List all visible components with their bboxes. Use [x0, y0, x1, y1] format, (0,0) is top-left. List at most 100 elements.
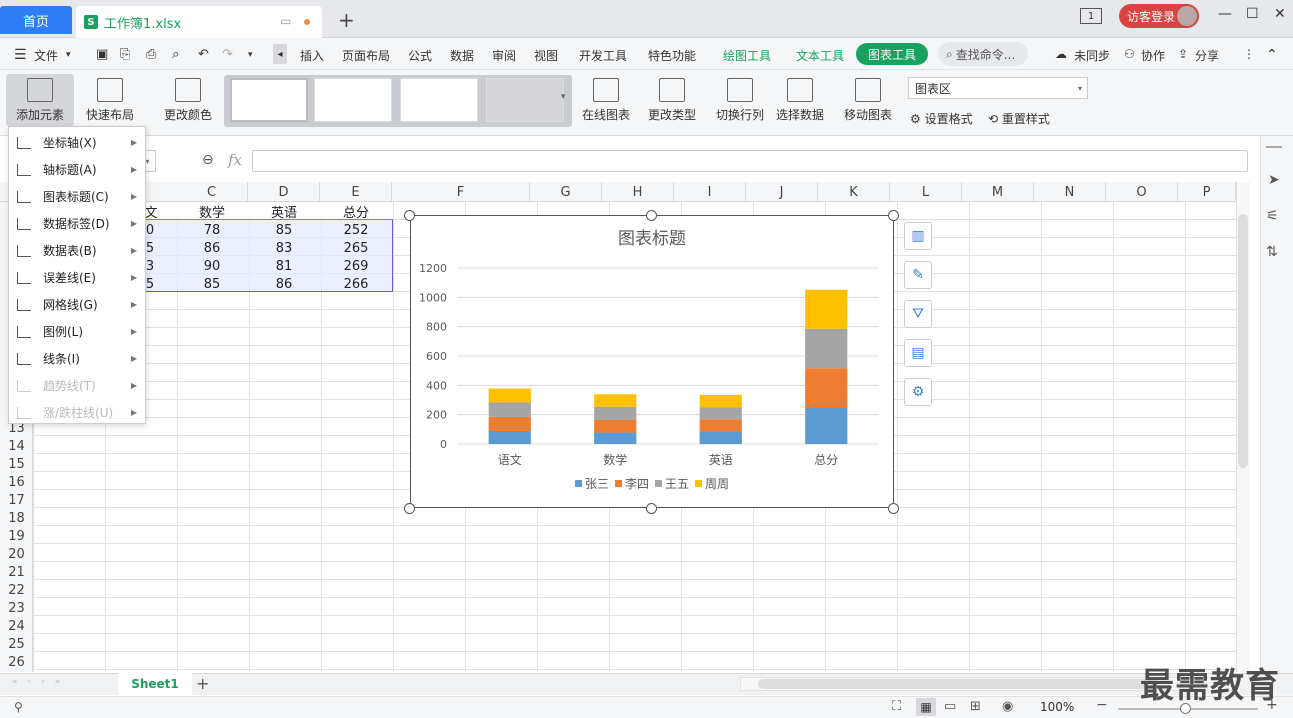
row-header[interactable]: 25: [0, 635, 33, 653]
more-options-icon[interactable]: ⋮: [1243, 47, 1255, 61]
column-header[interactable]: M: [962, 182, 1034, 202]
table-cell[interactable]: 78: [176, 221, 248, 239]
chart-style-thumb[interactable]: [314, 78, 392, 122]
column-header[interactable]: J: [746, 182, 818, 202]
table-header-cell[interactable]: 总分: [320, 202, 392, 221]
resize-handle[interactable]: [646, 210, 657, 221]
sync-status[interactable]: 未同步: [1074, 47, 1110, 64]
column-header[interactable]: D: [248, 182, 320, 202]
transfer-icon[interactable]: ⇅: [1266, 244, 1278, 260]
menu-item-data-labels[interactable]: 数据标签(D) ▶: [9, 210, 145, 237]
maximize-icon[interactable]: ☐: [1246, 6, 1259, 22]
resize-handle[interactable]: [888, 503, 899, 514]
resize-handle[interactable]: [404, 210, 415, 221]
add-sheet-icon[interactable]: +: [196, 674, 209, 693]
fx-icon[interactable]: fx: [228, 151, 242, 169]
menu-item-lines[interactable]: 线条(I) ▶: [9, 345, 145, 372]
table-cell[interactable]: 85: [176, 275, 248, 293]
column-header[interactable]: H: [602, 182, 674, 202]
column-header[interactable]: N: [1034, 182, 1106, 202]
zoom-formula-icon[interactable]: ⊖: [202, 152, 214, 168]
row-header[interactable]: 20: [0, 545, 33, 563]
row-header[interactable]: 16: [0, 473, 33, 491]
row-header[interactable]: 23: [0, 599, 33, 617]
chart-style-thumb[interactable]: [486, 78, 564, 122]
row-header[interactable]: 14: [0, 437, 33, 455]
chart-style-thumb[interactable]: [400, 78, 478, 122]
rail-collapse-icon[interactable]: [1266, 146, 1282, 148]
row-header[interactable]: 15: [0, 455, 33, 473]
redo-icon[interactable]: ↷: [222, 47, 233, 62]
chart-elements-icon[interactable]: ▥: [904, 222, 932, 250]
menu-data[interactable]: 数据: [450, 47, 474, 64]
menu-item-legend[interactable]: 图例(L) ▶: [9, 318, 145, 345]
menu-item-chart-title[interactable]: 图表标题(C) ▶: [9, 183, 145, 210]
menu-item-data-table[interactable]: 数据表(B) ▶: [9, 237, 145, 264]
move-chart-button[interactable]: 移动图表: [840, 78, 896, 123]
table-header-cell[interactable]: 英语: [248, 202, 320, 221]
row-header[interactable]: 17: [0, 491, 33, 509]
fullscreen-icon[interactable]: ⛶: [892, 699, 901, 714]
new-tab-button[interactable]: +: [338, 8, 355, 32]
menu-item-gridlines[interactable]: 网格线(G) ▶: [9, 291, 145, 318]
menu-insert[interactable]: 插入: [300, 47, 324, 64]
collaborate-icon[interactable]: ⚇: [1124, 47, 1135, 61]
gallery-more-icon[interactable]: ▾: [561, 92, 566, 102]
reset-style-button[interactable]: ⟲ 重置样式: [988, 110, 1050, 127]
chart-style-thumb[interactable]: [230, 78, 308, 122]
chart-object[interactable]: 图表标题 0 200 400 600 800 1000 1200 语文 数学 英语 总分 张三 李四 王五 周…: [410, 215, 894, 508]
macro-icon[interactable]: ⚲: [14, 700, 23, 714]
table-cell[interactable]: 269: [320, 257, 392, 275]
chart-element-select[interactable]: 图表区 ▾: [908, 77, 1088, 99]
column-header[interactable]: C: [176, 182, 248, 202]
chevron-down-icon[interactable]: ▾: [66, 50, 71, 60]
menu-formula[interactable]: 公式: [408, 47, 432, 64]
chart-style-brush-icon[interactable]: ✎: [904, 261, 932, 289]
table-cell[interactable]: 85: [248, 221, 320, 239]
online-chart-button[interactable]: 在线图表: [576, 78, 636, 123]
menu-view[interactable]: 视图: [534, 47, 558, 64]
set-format-button[interactable]: ⚙ 设置格式: [910, 110, 973, 127]
menu-features[interactable]: 特色功能: [648, 47, 696, 64]
resize-handle[interactable]: [646, 503, 657, 514]
row-header[interactable]: 22: [0, 581, 33, 599]
formula-input[interactable]: [252, 150, 1248, 172]
row-header[interactable]: 26: [0, 653, 33, 671]
collapse-ribbon-icon[interactable]: ⌃: [1266, 47, 1278, 63]
table-cell[interactable]: 86: [248, 275, 320, 293]
collaborate-button[interactable]: 协作: [1141, 47, 1165, 64]
login-button[interactable]: 访客登录: [1119, 4, 1199, 28]
monitor-icon[interactable]: ▭: [280, 14, 291, 28]
undo-icon[interactable]: ↶: [198, 47, 209, 62]
add-element-button[interactable]: 添加元素: [6, 74, 74, 126]
table-cell[interactable]: 252: [320, 221, 392, 239]
table-cell[interactable]: 86: [176, 239, 248, 257]
row-header[interactable]: 19: [0, 527, 33, 545]
workbook-tab[interactable]: S 工作簿1.xlsx ▭: [76, 6, 322, 38]
export-icon[interactable]: ⎘: [120, 47, 130, 62]
normal-view-icon[interactable]: ▦: [916, 698, 936, 716]
menu-item-error-bars[interactable]: 误差线(E) ▶: [9, 264, 145, 291]
close-icon[interactable]: ✕: [1274, 6, 1286, 22]
chart-filter-icon[interactable]: ⛛: [904, 300, 932, 328]
column-header[interactable]: O: [1106, 182, 1178, 202]
menu-item-axes[interactable]: 坐标轴(X) ▶: [9, 129, 145, 156]
menu-text-tools[interactable]: 文本工具: [796, 47, 844, 64]
share-button[interactable]: 分享: [1195, 47, 1219, 64]
switch-row-col-button[interactable]: 切换行列: [712, 78, 768, 123]
page-layout-view-icon[interactable]: ▭: [944, 699, 956, 714]
chart-settings-icon[interactable]: ⚙: [904, 378, 932, 406]
command-search[interactable]: ⌕ 查找命令...: [938, 42, 1028, 66]
scroll-left-icon[interactable]: ◂: [273, 44, 287, 64]
menu-developer[interactable]: 开发工具: [579, 47, 627, 64]
column-header[interactable]: K: [818, 182, 890, 202]
share-icon[interactable]: ⇪: [1178, 47, 1188, 61]
preview-icon[interactable]: ⌕: [172, 47, 179, 62]
column-header[interactable]: I: [674, 182, 746, 202]
column-header[interactable]: L: [890, 182, 962, 202]
table-cell[interactable]: 90: [176, 257, 248, 275]
zoom-level[interactable]: 100%: [1040, 700, 1074, 714]
chart-analysis-icon[interactable]: ▤: [904, 339, 932, 367]
menu-drawing-tools[interactable]: 绘图工具: [723, 47, 771, 64]
table-cell[interactable]: 83: [248, 239, 320, 257]
